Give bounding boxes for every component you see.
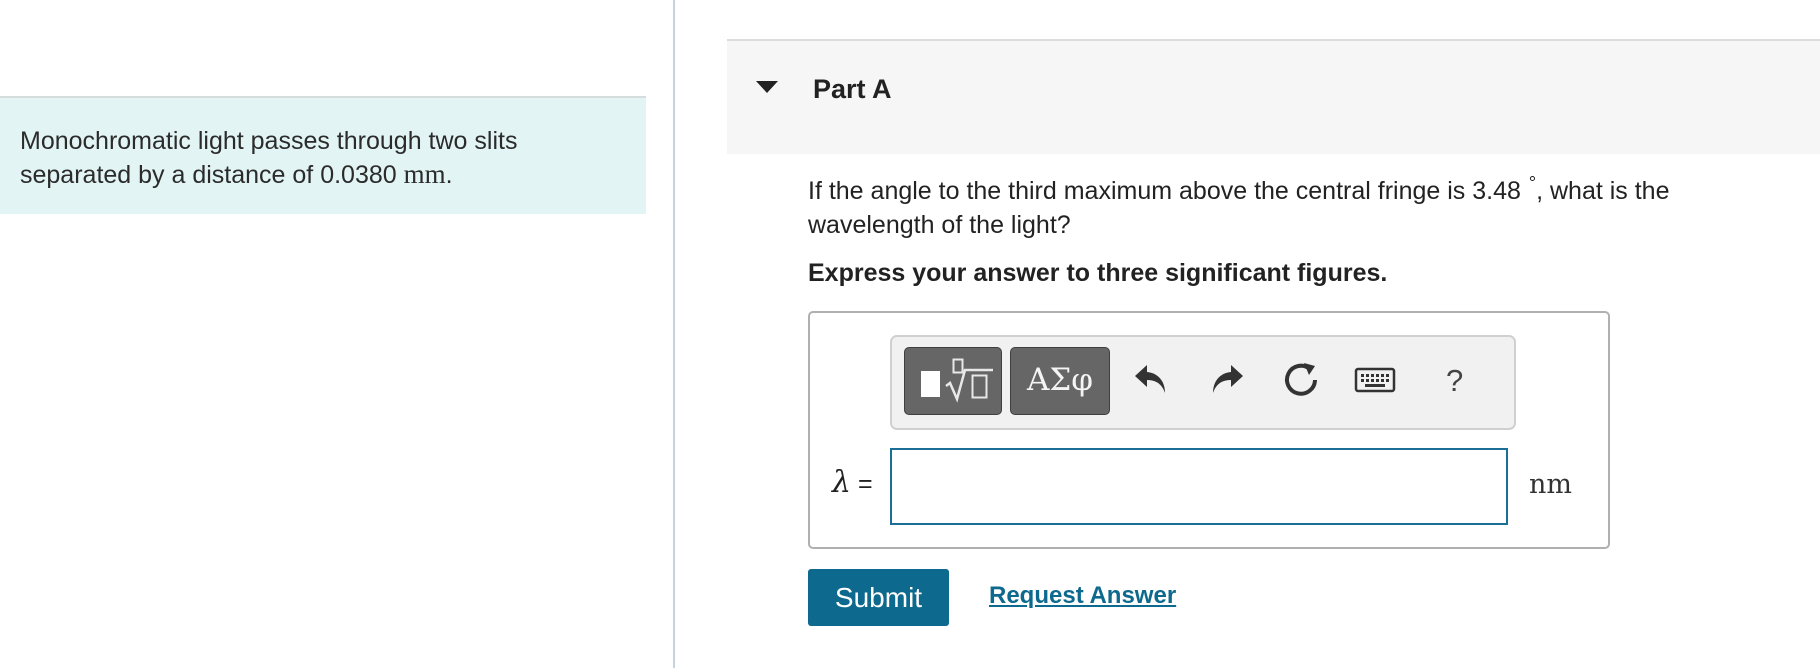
greek-symbols-label: ΑΣφ	[1026, 362, 1093, 398]
answer-box: ΑΣφ ? λ = nm	[808, 311, 1610, 549]
part-title: Part A	[813, 74, 892, 104]
intro-unit: mm	[403, 159, 446, 189]
degree-symbol: °	[1528, 173, 1537, 193]
templates-icon	[921, 358, 993, 403]
collapse-caret-icon[interactable]	[756, 81, 778, 93]
redo-icon[interactable]	[1204, 357, 1250, 403]
submit-button[interactable]: Submit	[808, 569, 949, 626]
keyboard-icon[interactable]	[1354, 357, 1396, 403]
question-text: If the angle to the third maximum above …	[808, 173, 1768, 241]
equals-sign: =	[857, 470, 873, 498]
request-answer-link[interactable]: Request Answer	[989, 582, 1176, 610]
templates-button[interactable]	[904, 347, 1002, 415]
part-header[interactable]: Part A	[727, 39, 1820, 154]
instruction-text: Express your answer to three significant…	[808, 259, 1388, 287]
answer-unit: nm	[1529, 469, 1572, 500]
reset-icon[interactable]	[1278, 357, 1324, 403]
intro-end: .	[445, 161, 453, 189]
column-divider	[673, 0, 675, 668]
problem-intro-panel: Monochromatic light passes through two s…	[0, 0, 675, 662]
question-before: If the angle to the third maximum above …	[808, 177, 1521, 205]
answer-variable-label: λ =	[832, 465, 873, 500]
answer-input[interactable]	[890, 448, 1508, 525]
lambda-symbol: λ	[832, 465, 852, 500]
help-button[interactable]: ?	[1446, 363, 1463, 399]
undo-icon[interactable]	[1128, 357, 1174, 403]
problem-intro: Monochromatic light passes through two s…	[0, 96, 646, 214]
greek-symbols-button[interactable]: ΑΣφ	[1010, 347, 1110, 415]
math-toolbar: ΑΣφ ?	[890, 335, 1516, 430]
